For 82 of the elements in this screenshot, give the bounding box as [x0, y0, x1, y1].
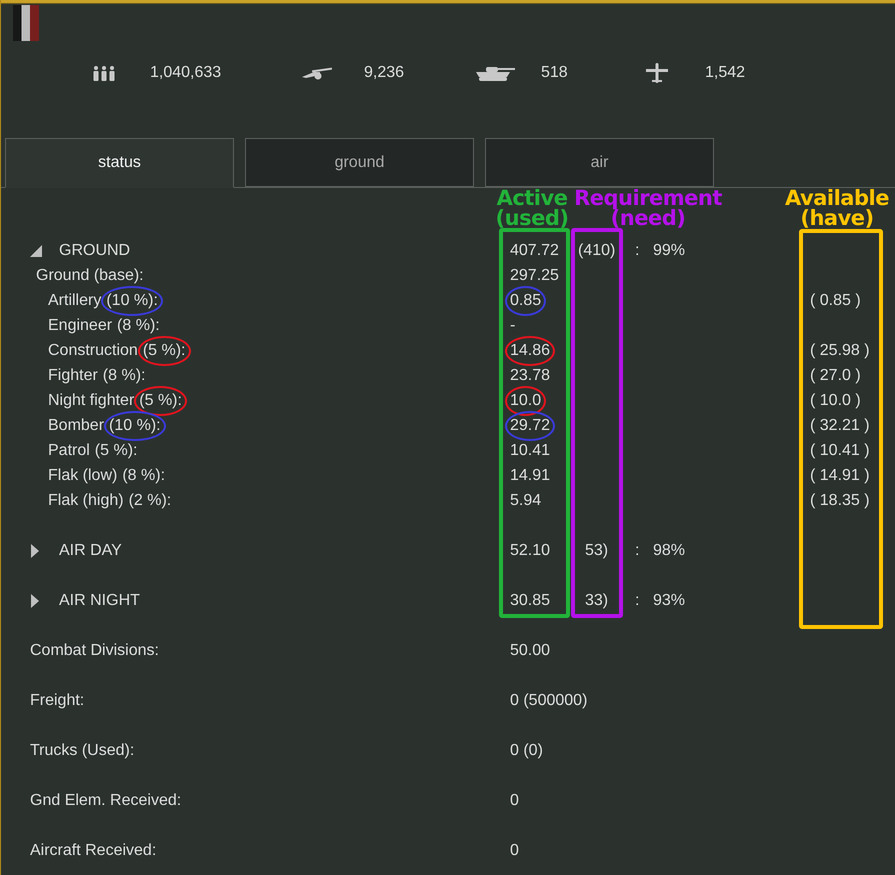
section-title: AIR NIGHT [59, 590, 140, 610]
available-value: ( 32.21 ) [810, 416, 870, 436]
row-label: Bomber [48, 416, 104, 436]
share-percent: (8 %): [122, 466, 166, 484]
active-value: 10.41 [510, 442, 550, 458]
active-value: 23.78 [510, 366, 550, 384]
active-value: 14.86 [510, 342, 550, 358]
row-label: Patrol [48, 440, 90, 460]
row-label: Ground (base): [36, 266, 144, 284]
summary-value: 0 [510, 841, 519, 861]
separator: : [635, 590, 640, 610]
annotation-label: (have) [800, 208, 874, 228]
active-value: 52.10 [510, 540, 552, 560]
available-value: ( 18.35 ) [810, 490, 870, 510]
summary-label: Aircraft Received: [30, 842, 156, 859]
tank-icon [474, 65, 516, 81]
annotation-label: Available [785, 188, 889, 208]
people-icon [93, 65, 115, 81]
summary-label: Freight: [30, 692, 84, 709]
separator: : [635, 240, 640, 260]
share-percent: (5 %): [142, 342, 186, 358]
ratio-value: 93% [653, 590, 686, 610]
summary-value: 0 (500000) [510, 691, 588, 711]
active-value: - [510, 316, 516, 334]
active-value: 29.72 [510, 416, 550, 434]
collapse-triangle-icon[interactable] [30, 244, 42, 256]
stat-value: 1,542 [705, 63, 746, 83]
annotation-label: (need) [610, 208, 686, 228]
available-value: ( 10.41 ) [810, 440, 870, 460]
available-value: ( 27.0 ) [810, 366, 861, 386]
row-label: Fighter [48, 366, 98, 386]
expand-triangle-icon[interactable] [30, 544, 40, 558]
share-percent: (10 %): [109, 416, 161, 434]
row-label: Engineer [48, 316, 112, 336]
expand-triangle-icon[interactable] [30, 594, 40, 608]
section-title: AIR DAY [59, 540, 122, 560]
share-percent: (5 %): [94, 442, 138, 458]
row-label: Construction [48, 340, 138, 360]
section-title: GROUND [59, 240, 130, 260]
share-percent: (5 %): [139, 392, 182, 408]
row-label: Flak (low) [48, 466, 118, 486]
tab[interactable]: air [485, 138, 714, 187]
active-value: 14.91 [510, 466, 550, 484]
active-value: 407.72 [510, 240, 560, 260]
summary-label: Gnd Elem. Received: [30, 792, 182, 809]
active-value: 10.0 [510, 392, 542, 408]
separator: : [635, 540, 640, 560]
available-value: ( 14.91 ) [810, 466, 870, 486]
active-value: 5.94 [510, 492, 542, 508]
stat-value: 518 [541, 63, 568, 83]
annotation-label: Active [496, 188, 568, 208]
row-label: Artillery [48, 290, 102, 310]
summary-label: Combat Divisions: [30, 642, 159, 659]
tab[interactable]: status [5, 138, 234, 188]
stat-value: 1,040,633 [150, 63, 222, 83]
available-value: ( 25.98 ) [810, 340, 870, 360]
active-value: 0.85 [510, 292, 542, 308]
requirement-value: (410) [578, 240, 616, 260]
share-percent: (2 %): [128, 492, 172, 508]
share-percent: (8 %): [117, 316, 160, 334]
annotation-label: (used) [496, 208, 568, 228]
row-label: Flak (high) [48, 490, 124, 510]
row-label: Night fighter [48, 390, 134, 410]
tab[interactable]: ground [245, 138, 474, 187]
summary-label: Trucks (Used): [30, 742, 134, 759]
share-percent: (8 %): [102, 366, 146, 384]
active-value: 30.85 [510, 590, 552, 610]
summary-value: 0 [510, 791, 519, 811]
summary-value: 0 (0) [510, 741, 543, 761]
stat-value: 9,236 [364, 63, 404, 83]
available-value: ( 0.85 ) [810, 290, 861, 310]
ratio-value: 98% [653, 540, 686, 560]
share-percent: (10 %): [106, 292, 158, 308]
flag-icon [13, 5, 39, 41]
active-value: 297.25 [510, 266, 559, 286]
ratio-value: 99% [653, 240, 686, 260]
summary-value: 50.00 [510, 641, 550, 661]
available-value: ( 10.0 ) [810, 390, 861, 410]
requirement-value: 33) [584, 590, 610, 610]
annotation-label: Requirement [574, 188, 722, 208]
airplane-icon [646, 63, 668, 83]
requirement-value: 53) [584, 540, 610, 560]
